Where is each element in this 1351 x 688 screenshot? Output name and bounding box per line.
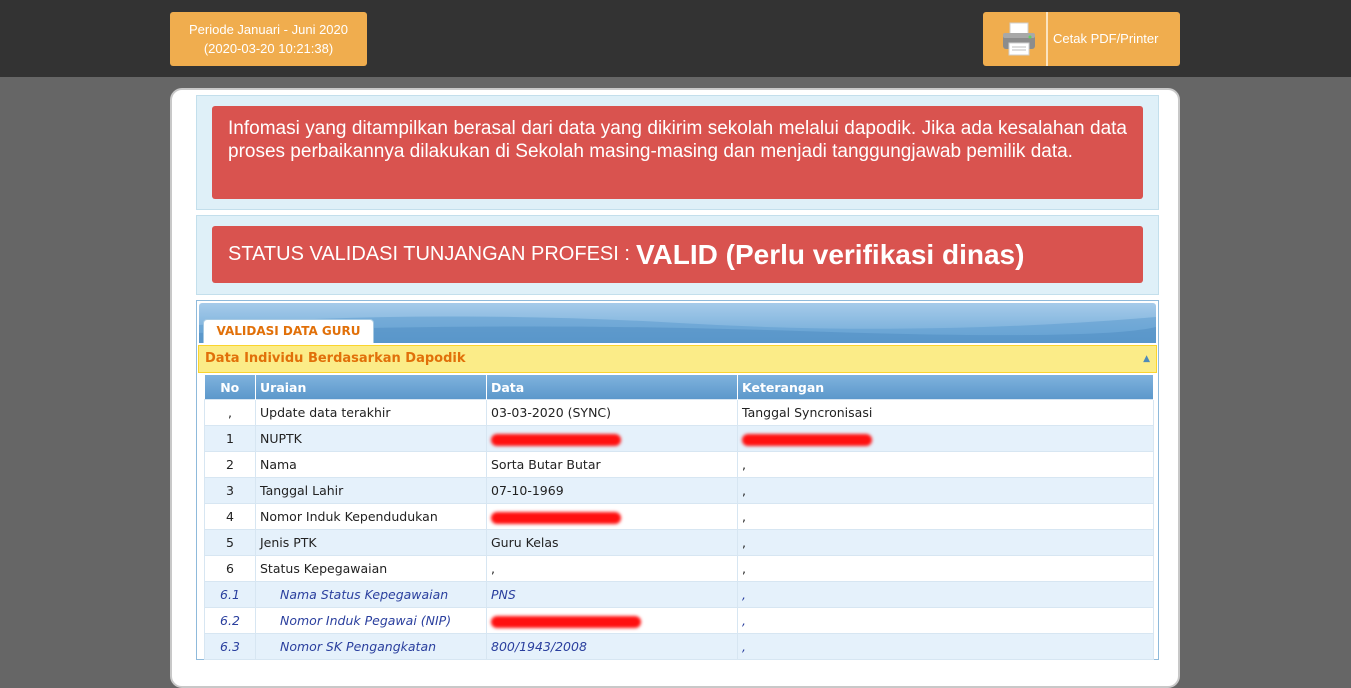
cell-uraian: Nomor Induk Kependudukan	[255, 503, 487, 530]
cell-uraian: Nomor Induk Pegawai (NIP)	[255, 607, 487, 634]
table-header-row: No Uraian Data Keterangan	[204, 375, 1154, 400]
cell-keterangan: ,	[737, 503, 1154, 530]
collapse-caret-icon[interactable]: ▲	[1143, 346, 1150, 372]
cell-keterangan: ,	[737, 529, 1154, 556]
cell-uraian: Update data terakhir	[255, 399, 487, 426]
table-row: 6 Status Kepegawaian , ,	[204, 555, 1154, 582]
cell-no: 4	[204, 503, 256, 530]
cell-no: ,	[204, 399, 256, 426]
period-badge: Periode Januari - Juni 2020 (2020-03-20 …	[170, 12, 367, 66]
print-button-label: Cetak PDF/Printer	[1053, 31, 1159, 46]
cell-data	[486, 425, 738, 452]
table-row: 3 Tanggal Lahir 07-10-1969 ,	[204, 477, 1154, 504]
cell-data: 800/1943/2008	[486, 633, 738, 660]
cell-no: 6	[204, 555, 256, 582]
cell-uraian: Status Kepegawaian	[255, 555, 487, 582]
cell-keterangan: ,	[737, 451, 1154, 478]
table-row: 4 Nomor Induk Kependudukan ,	[204, 503, 1154, 530]
redaction-mark	[742, 433, 872, 446]
cell-no: 6.1	[204, 581, 256, 608]
table-row: , Update data terakhir 03-03-2020 (SYNC)…	[204, 399, 1154, 426]
cell-uraian: Nama Status Kepegawaian	[255, 581, 487, 608]
accordion-header-data-individu[interactable]: Data Individu Berdasarkan Dapodik ▲	[198, 345, 1157, 373]
cell-data: Sorta Butar Butar	[486, 451, 738, 478]
info-alert: Infomasi yang ditampilkan berasal dari d…	[212, 106, 1143, 199]
period-timestamp: (2020-03-20 10:21:38)	[203, 41, 334, 56]
cell-keterangan: ,	[737, 477, 1154, 504]
cell-no: 5	[204, 529, 256, 556]
period-label: Periode Januari - Juni 2020	[189, 22, 348, 37]
tab-validasi-data-guru[interactable]: VALIDASI DATA GURU	[203, 319, 374, 343]
cell-no: 1	[204, 425, 256, 452]
cell-data	[486, 503, 738, 530]
cell-keterangan	[737, 425, 1154, 452]
cell-keterangan: Tanggal Syncronisasi	[737, 399, 1154, 426]
cell-data: 03-03-2020 (SYNC)	[486, 399, 738, 426]
cell-uraian: Nama	[255, 451, 487, 478]
cell-data: 07-10-1969	[486, 477, 738, 504]
cell-data: PNS	[486, 581, 738, 608]
accordion-title: Data Individu Berdasarkan Dapodik	[205, 351, 466, 366]
cell-data: Guru Kelas	[486, 529, 738, 556]
column-header-no: No	[204, 375, 256, 400]
column-header-keterangan: Keterangan	[737, 375, 1154, 400]
cell-data	[486, 607, 738, 634]
table-row: 1 NUPTK	[204, 425, 1154, 452]
top-bar: Periode Januari - Juni 2020 (2020-03-20 …	[0, 0, 1351, 77]
cell-uraian: Jenis PTK	[255, 529, 487, 556]
cell-keterangan: ,	[737, 633, 1154, 660]
status-alert: STATUS VALIDASI TUNJANGAN PROFESI : VALI…	[212, 226, 1143, 283]
printer-icon	[1003, 22, 1035, 56]
table-row: 6.3 Nomor SK Pengangkatan 800/1943/2008 …	[204, 633, 1154, 660]
print-icon-wrapper	[983, 12, 1048, 66]
cell-uraian: NUPTK	[255, 425, 487, 452]
redaction-mark	[491, 615, 641, 628]
cell-no: 6.3	[204, 633, 256, 660]
cell-no: 3	[204, 477, 256, 504]
cell-uraian: Nomor SK Pengangkatan	[255, 633, 487, 660]
table-row: 6.2 Nomor Induk Pegawai (NIP) ,	[204, 607, 1154, 634]
cell-keterangan: ,	[737, 607, 1154, 634]
status-label: STATUS VALIDASI TUNJANGAN PROFESI :	[228, 243, 630, 265]
tabs-container: VALIDASI DATA GURU Data Individu Berdasa…	[196, 300, 1159, 660]
table-row: 2 Nama Sorta Butar Butar ,	[204, 451, 1154, 478]
column-header-uraian: Uraian	[255, 375, 487, 400]
redaction-mark	[491, 433, 621, 446]
cell-keterangan: ,	[737, 581, 1154, 608]
column-header-data: Data	[486, 375, 738, 400]
table-row: 6.1 Nama Status Kepegawaian PNS ,	[204, 581, 1154, 608]
status-value: VALID (Perlu verifikasi dinas)	[635, 238, 1025, 270]
cell-no: 6.2	[204, 607, 256, 634]
status-panel: STATUS VALIDASI TUNJANGAN PROFESI : VALI…	[196, 215, 1159, 295]
tabs-header: VALIDASI DATA GURU	[199, 303, 1156, 343]
info-panel: Infomasi yang ditampilkan berasal dari d…	[196, 95, 1159, 210]
redaction-mark	[491, 511, 621, 524]
cell-uraian: Tanggal Lahir	[255, 477, 487, 504]
cell-keterangan: ,	[737, 555, 1154, 582]
print-pdf-button[interactable]: Cetak PDF/Printer	[983, 12, 1180, 66]
cell-data: ,	[486, 555, 738, 582]
cell-no: 2	[204, 451, 256, 478]
data-table: No Uraian Data Keterangan , Update data …	[204, 375, 1154, 660]
table-row: 5 Jenis PTK Guru Kelas ,	[204, 529, 1154, 556]
